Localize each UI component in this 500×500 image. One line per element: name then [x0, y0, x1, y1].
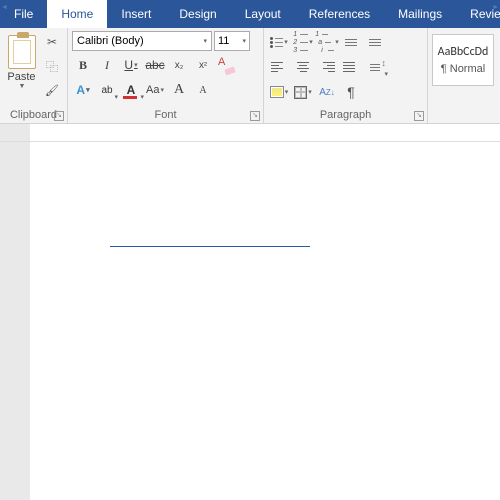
line-spacing-button[interactable]: ▾	[364, 56, 386, 78]
tab-insert[interactable]: Insert	[107, 0, 165, 28]
ribbon: Paste ▼ Clipboard ↘ Calibri (Body) ▾	[0, 28, 500, 124]
font-size-value: 11	[218, 35, 229, 47]
grow-font-button[interactable]: A	[168, 79, 190, 101]
increase-indent-button[interactable]	[364, 31, 386, 53]
group-label-font: Font ↘	[68, 109, 263, 123]
superscript-button[interactable]: x	[192, 54, 214, 76]
chevron-down-icon: ▾	[242, 37, 246, 45]
group-label-clipboard: Clipboard ↘	[0, 109, 67, 123]
subscript-button[interactable]: x	[168, 54, 190, 76]
tab-layout[interactable]: Layout	[231, 0, 295, 28]
justify-button[interactable]	[340, 56, 362, 78]
sort-button[interactable]	[316, 81, 338, 103]
underline-button[interactable]: U▾	[120, 54, 142, 76]
font-name-value: Calibri (Body)	[77, 35, 144, 47]
paste-label: Paste	[7, 71, 35, 83]
group-styles: AaBbCcDd ¶ Normal	[428, 28, 500, 123]
italic-button[interactable]: I	[96, 54, 118, 76]
chevron-down-icon: ▾	[203, 37, 207, 45]
ribbon-tabs: File Home Insert Design Layout Reference…	[0, 0, 500, 28]
clipboard-dialog-launcher[interactable]: ↘	[54, 111, 64, 121]
document-page[interactable]	[0, 142, 500, 500]
tab-design[interactable]: Design	[165, 0, 230, 28]
align-center-button[interactable]	[292, 56, 314, 78]
change-case-button[interactable]: Aa▾	[144, 79, 166, 101]
font-name-combo[interactable]: Calibri (Body) ▾	[72, 31, 212, 51]
clear-formatting-button[interactable]	[216, 55, 236, 75]
style-name: ¶ Normal	[441, 63, 485, 75]
font-size-combo[interactable]: 11 ▾	[214, 31, 250, 51]
decrease-indent-button[interactable]	[340, 31, 362, 53]
group-label-paragraph: Paragraph ↘	[264, 109, 427, 123]
numbering-button[interactable]: 123▾	[292, 31, 314, 53]
bold-button[interactable]: B	[72, 54, 94, 76]
align-right-button[interactable]	[316, 56, 338, 78]
font-color-button[interactable]: ▾	[120, 79, 142, 101]
group-font: Calibri (Body) ▾ 11 ▾ B I U▾ abc x x	[68, 28, 264, 123]
copy-button[interactable]	[41, 55, 63, 77]
strikethrough-button[interactable]: abc	[144, 54, 166, 76]
chevron-down-icon: ▼	[19, 83, 26, 90]
borders-button[interactable]: ▾	[292, 81, 314, 103]
clipboard-icon	[8, 35, 36, 69]
cut-button[interactable]	[41, 31, 63, 53]
tab-mailings[interactable]: Mailings	[384, 0, 456, 28]
group-paragraph: ▾ 123▾ 1ai▾ ▾ ▾ ▾ ¶	[264, 28, 428, 123]
style-sample: AaBbCcDd	[438, 45, 489, 59]
tab-home[interactable]: Home	[47, 0, 107, 28]
group-label-styles	[428, 121, 500, 123]
show-hide-button[interactable]: ¶	[340, 81, 362, 103]
group-clipboard: Paste ▼ Clipboard ↘	[0, 28, 68, 123]
horizontal-line-shape[interactable]	[110, 246, 310, 247]
paste-button[interactable]: Paste ▼	[4, 31, 39, 90]
shading-button[interactable]: ▾	[268, 81, 290, 103]
tab-references[interactable]: References	[295, 0, 384, 28]
style-normal[interactable]: AaBbCcDd ¶ Normal	[432, 34, 494, 86]
font-dialog-launcher[interactable]: ↘	[250, 111, 260, 121]
text-effects-button[interactable]: A▾	[72, 79, 94, 101]
align-left-button[interactable]	[268, 56, 290, 78]
horizontal-ruler[interactable]	[0, 124, 500, 142]
paragraph-dialog-launcher[interactable]: ↘	[414, 111, 424, 121]
multilevel-list-button[interactable]: 1ai▾	[316, 31, 338, 53]
bullets-button[interactable]: ▾	[268, 31, 290, 53]
shrink-font-button[interactable]: A	[192, 79, 214, 101]
format-painter-button[interactable]	[41, 79, 63, 101]
highlight-button[interactable]: ▾	[96, 79, 118, 101]
